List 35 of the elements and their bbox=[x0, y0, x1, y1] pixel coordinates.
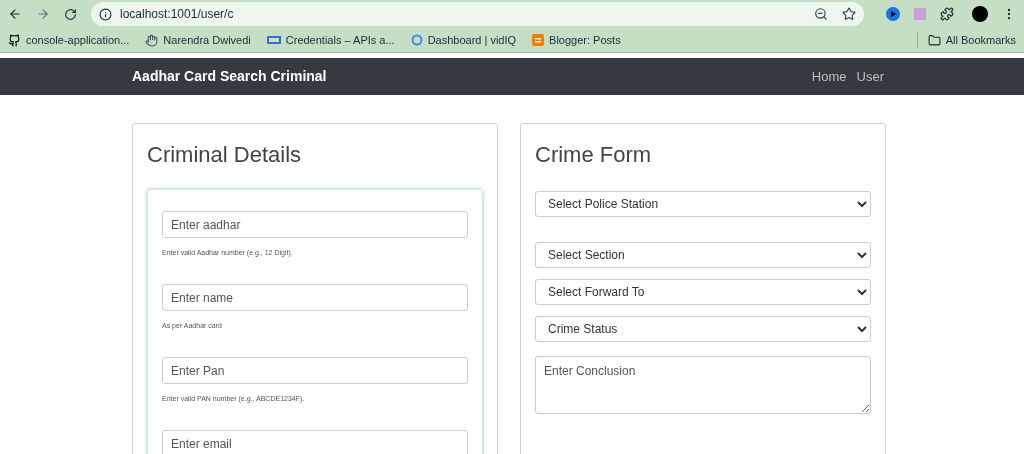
text-input[interactable]: Enter Pan bbox=[162, 357, 468, 384]
bookmark-star-icon[interactable] bbox=[842, 7, 856, 21]
folder-icon bbox=[927, 33, 941, 47]
conclusion-textarea[interactable]: Enter Conclusion bbox=[535, 356, 871, 414]
blogger-icon bbox=[532, 34, 545, 46]
hand-icon bbox=[145, 33, 159, 47]
nav-link[interactable]: User bbox=[856, 66, 884, 87]
bookmark-item[interactable]: console-application... bbox=[8, 31, 130, 49]
zoom-icon[interactable] bbox=[814, 7, 828, 21]
bookmark-item[interactable]: Dashboard | vidIQ bbox=[410, 31, 517, 49]
text-input[interactable]: Enter name bbox=[162, 284, 468, 311]
profile-avatar[interactable] bbox=[972, 6, 988, 22]
text-input[interactable]: Enter aadhar bbox=[162, 211, 468, 238]
text-input[interactable]: Enter email bbox=[162, 430, 468, 454]
url-text: localhost:1001/user/c bbox=[120, 6, 235, 23]
extension-icon[interactable] bbox=[886, 7, 900, 21]
card-title: Criminal Details bbox=[147, 141, 303, 169]
forward-icon[interactable] bbox=[36, 7, 50, 21]
reload-icon[interactable] bbox=[64, 7, 77, 21]
card-title: Crime Form bbox=[535, 141, 653, 169]
dropdown-select[interactable]: Select Section bbox=[535, 242, 871, 268]
dropdown-select[interactable]: Select Police Station bbox=[535, 191, 871, 217]
bookmark-item[interactable]: Narendra Dwivedi bbox=[145, 31, 251, 49]
bookmark-item[interactable]: Blogger: Posts bbox=[532, 31, 621, 49]
info-icon bbox=[99, 7, 112, 21]
extensions-icon[interactable] bbox=[940, 7, 954, 21]
navbar-brand[interactable]: Aadhar Card Search Criminal bbox=[132, 66, 802, 87]
all-bookmarks-button[interactable]: All Bookmarks bbox=[916, 31, 1016, 49]
github-icon bbox=[8, 33, 21, 47]
dropdown-select[interactable]: Crime Status bbox=[535, 316, 871, 342]
dropdown-select[interactable]: Select Forward To bbox=[535, 279, 871, 305]
address-bar[interactable]: localhost:1001/user/c bbox=[91, 2, 864, 26]
nav-link[interactable]: Home bbox=[811, 66, 847, 87]
back-icon[interactable] bbox=[8, 7, 22, 21]
bookmark-item[interactable]: Credentials – APIs a... bbox=[266, 31, 395, 49]
